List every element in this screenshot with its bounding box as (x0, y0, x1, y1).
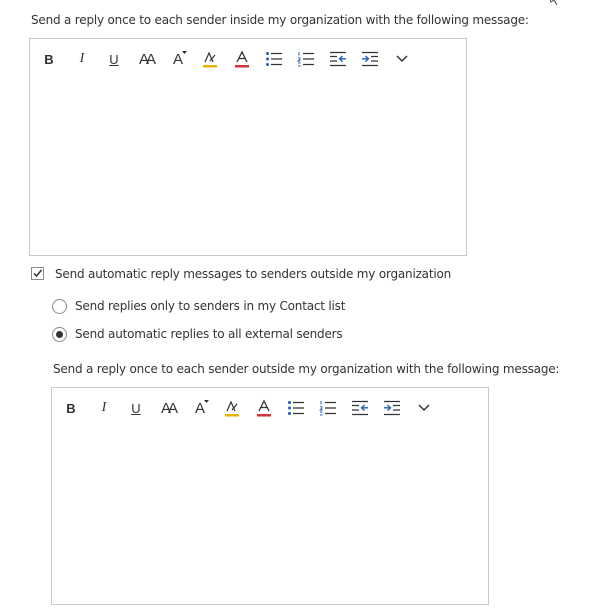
increase-indent-button[interactable] (379, 396, 405, 420)
radio-all-external[interactable] (52, 327, 67, 342)
decrease-indent-icon (352, 400, 368, 416)
bullets-button[interactable] (261, 47, 287, 71)
increase-indent-icon (384, 400, 400, 416)
italic-icon: I (101, 400, 107, 415)
grow-font-button[interactable]: A (165, 47, 191, 71)
chevron-down-icon (418, 404, 430, 412)
bullet-list-icon (288, 401, 304, 415)
numbering-button[interactable] (315, 396, 341, 420)
more-options-button[interactable] (389, 47, 415, 71)
numbered-list-icon (297, 52, 314, 67)
decrease-indent-button[interactable] (325, 47, 351, 71)
highlight-button[interactable] (197, 47, 223, 71)
radio-contacts-only-label[interactable]: Send replies only to senders in my Conta… (75, 299, 345, 313)
underline-button[interactable]: U (101, 47, 127, 71)
bullet-list-icon (266, 52, 282, 66)
font-color-icon (235, 50, 249, 68)
mouse-cursor-icon (549, 0, 558, 6)
numbering-button[interactable] (293, 47, 319, 71)
chevron-down-icon (396, 55, 408, 63)
highlight-button[interactable] (219, 396, 245, 420)
radio-contacts-only[interactable] (52, 299, 67, 314)
external-reply-label[interactable]: Send automatic reply messages to senders… (55, 267, 451, 281)
bullets-button[interactable] (283, 396, 309, 420)
internal-message-editor[interactable]: B I U AA A (29, 38, 467, 256)
external-message-body[interactable] (60, 432, 480, 596)
radio-selected-dot (56, 331, 63, 338)
external-reply-checkbox[interactable] (31, 267, 44, 280)
font-color-button[interactable] (251, 396, 277, 420)
bold-icon: B (66, 400, 76, 416)
italic-button[interactable]: I (91, 396, 117, 420)
decrease-indent-button[interactable] (347, 396, 373, 420)
external-message-label: Send a reply once to each sender outside… (53, 362, 560, 376)
grow-font-button[interactable]: A (187, 396, 213, 420)
numbered-list-icon (319, 401, 336, 416)
font-size-icon: AA (160, 399, 178, 417)
font-color-button[interactable] (229, 47, 255, 71)
bold-button[interactable]: B (36, 47, 62, 71)
increase-indent-icon (362, 51, 378, 67)
underline-button[interactable]: U (123, 396, 149, 420)
decrease-indent-icon (330, 51, 346, 67)
font-size-icon: AA (138, 50, 156, 68)
italic-button[interactable]: I (69, 47, 95, 71)
underline-icon: U (109, 51, 119, 67)
internal-message-body[interactable] (38, 83, 458, 247)
italic-icon: I (79, 51, 85, 66)
font-size-button[interactable]: AA (133, 47, 159, 71)
underline-icon: U (131, 400, 141, 416)
highlight-icon (203, 51, 217, 68)
font-color-icon (257, 399, 271, 417)
highlight-icon (225, 400, 239, 417)
internal-formatting-toolbar: B I U AA A (30, 39, 466, 79)
font-size-button[interactable]: AA (155, 396, 181, 420)
more-options-button[interactable] (411, 396, 437, 420)
bold-icon: B (44, 51, 54, 67)
internal-message-label: Send a reply once to each sender inside … (31, 13, 529, 27)
bold-button[interactable]: B (58, 396, 84, 420)
increase-indent-button[interactable] (357, 47, 383, 71)
checkmark-icon (33, 269, 43, 278)
external-message-editor[interactable]: B I U AA A (51, 387, 489, 605)
radio-all-external-label[interactable]: Send automatic replies to all external s… (75, 327, 343, 341)
external-formatting-toolbar: B I U AA A (52, 388, 488, 428)
